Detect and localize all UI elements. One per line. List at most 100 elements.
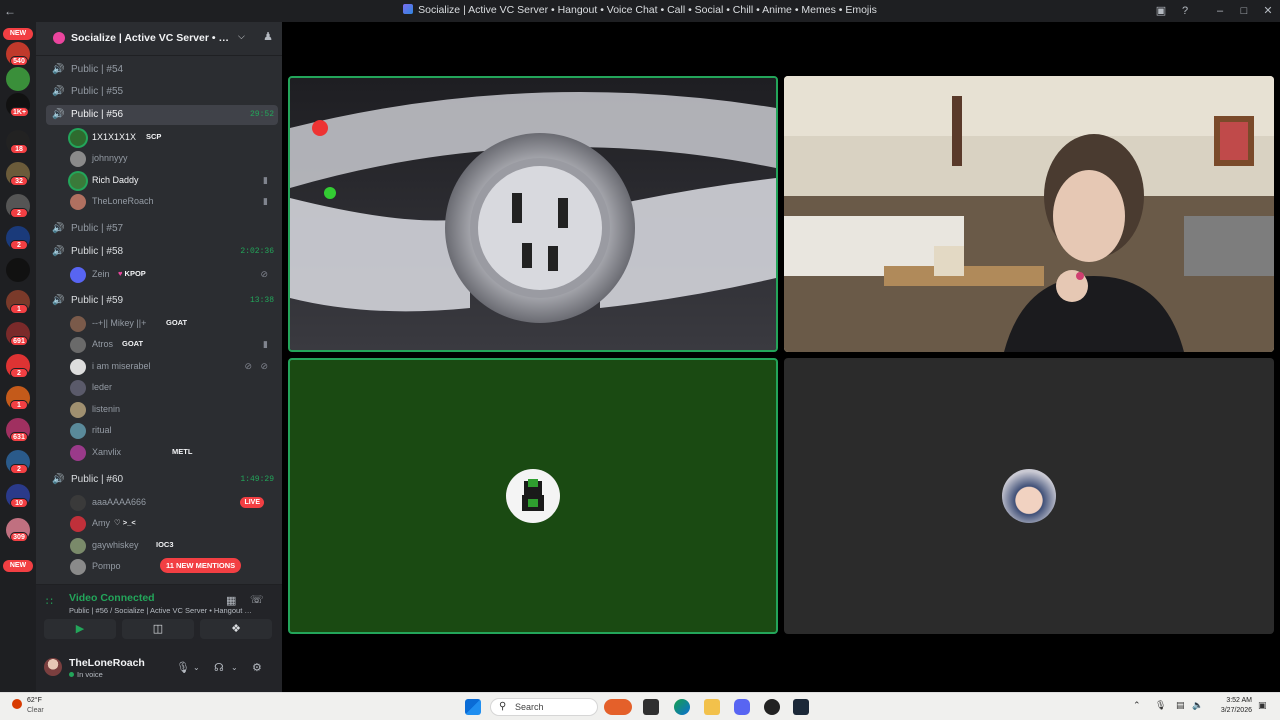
mention-badge: 2: [10, 240, 28, 250]
server-icon[interactable]: 32: [6, 162, 30, 186]
server-icon[interactable]: 18: [6, 130, 30, 154]
new-unreads-pill-top[interactable]: NEW: [3, 28, 33, 40]
user-status: In voice: [69, 670, 103, 679]
stream-tile[interactable]: [288, 76, 778, 352]
minimize-button[interactable]: –: [1212, 3, 1228, 19]
new-mentions-pill[interactable]: 11 NEW MENTIONS: [160, 558, 242, 573]
voice-member[interactable]: Amy ♡ >_<: [70, 514, 278, 534]
avatar: [70, 130, 86, 146]
signal-icon[interactable]: ∷: [46, 595, 53, 608]
notification-bell-icon[interactable]: ▣: [1258, 700, 1267, 711]
server-icon[interactable]: 2: [6, 450, 30, 474]
voice-member[interactable]: listenin: [70, 400, 278, 420]
voice-channel[interactable]: 🔊 Public | #57: [46, 219, 278, 239]
server-icon[interactable]: [6, 67, 30, 91]
new-unreads-pill-bottom[interactable]: NEW: [3, 560, 33, 572]
server-icon[interactable]: 2: [6, 354, 30, 378]
network-icon[interactable]: ▤: [1176, 700, 1185, 711]
taskbar-search[interactable]: ⚲ Search: [490, 698, 598, 716]
microphone-icon[interactable]: 🎙: [1155, 700, 1166, 711]
steam-app-icon[interactable]: [793, 699, 809, 715]
member-name: leder: [92, 382, 113, 392]
noise-suppression-icon[interactable]: ▦: [226, 594, 236, 607]
voice-member[interactable]: Xanvlix METL: [70, 443, 278, 463]
help-icon[interactable]: ?: [1177, 3, 1193, 19]
system-clock[interactable]: 3:52 AM 3/27/2026: [1208, 696, 1252, 716]
user-name[interactable]: TheLoneRoach: [69, 657, 145, 669]
chevron-down-icon[interactable]: ⌵: [238, 31, 245, 42]
voice-member[interactable]: aaaAAAA666 LIVE: [70, 493, 278, 513]
voice-channel[interactable]: 🔊 Public | #59 13:38: [46, 291, 278, 311]
voice-location[interactable]: Public | #56 / Socialize | Active VC Ser…: [69, 606, 254, 615]
speaker-icon: 🔊: [52, 474, 65, 485]
voice-member[interactable]: gaywhiskey IOC3: [70, 536, 278, 556]
discord-app-icon[interactable]: [734, 699, 750, 715]
voice-channel[interactable]: 🔊 Public | #55: [46, 82, 278, 102]
voice-channel-active[interactable]: 🔊 Public | #56 29:52: [46, 105, 278, 125]
participant-tile[interactable]: [784, 358, 1274, 634]
skull-server-icon[interactable]: 1K+: [6, 93, 30, 117]
close-button[interactable]: ✕: [1260, 3, 1276, 19]
server-icon[interactable]: 631: [6, 418, 30, 442]
server-icon[interactable]: 2: [6, 226, 30, 250]
server-icon[interactable]: 1: [6, 386, 30, 410]
volume-icon[interactable]: 🔈: [1192, 700, 1203, 711]
member-name: aaaAAAA666: [92, 497, 147, 507]
headphones-icon[interactable]: ☊: [214, 661, 224, 674]
camera-button[interactable]: ▶: [44, 619, 116, 639]
weather-temp: 62°F: [27, 697, 42, 704]
voice-channel[interactable]: 🔊 Public | #54: [46, 60, 278, 80]
webcam-tile[interactable]: [784, 76, 1274, 352]
windows-start-icon[interactable]: [465, 699, 481, 715]
server-icon[interactable]: 10: [6, 484, 30, 508]
voice-status[interactable]: Video Connected: [69, 592, 155, 604]
server-icon[interactable]: 2: [6, 194, 30, 218]
mention-badge: 1: [10, 304, 28, 314]
screen-share-button[interactable]: ◫: [122, 619, 194, 639]
edge-browser-icon[interactable]: [674, 699, 690, 715]
member-name: ritual: [92, 425, 112, 435]
guild-header[interactable]: Socialize | Active VC Server • Hangout •…: [36, 22, 282, 56]
inbox-icon[interactable]: ▣: [1153, 3, 1169, 19]
voice-member[interactable]: i am miserabel ⊘ ⊘: [70, 357, 278, 377]
voice-member[interactable]: Rich Daddy ▮: [70, 171, 278, 191]
chevron-up-icon[interactable]: ⌃: [1133, 700, 1141, 711]
activities-button[interactable]: ❖: [200, 619, 272, 639]
server-tag: ♡ >_<: [114, 518, 136, 527]
voice-member[interactable]: 1X1X1X1X SCP: [70, 128, 278, 148]
voice-channel[interactable]: 🔊 Public | #58 2:02:36: [46, 242, 278, 262]
server-icon[interactable]: 540: [6, 42, 30, 66]
task-view-icon[interactable]: [643, 699, 659, 715]
gear-icon[interactable]: ⚙: [252, 661, 262, 674]
voice-member[interactable]: leder: [70, 378, 278, 398]
clock-time: 3:52 AM: [1226, 697, 1252, 704]
server-icon[interactable]: 309: [6, 518, 30, 542]
chevron-down-icon[interactable]: ⌄: [193, 663, 200, 672]
voice-member[interactable]: ritual: [70, 421, 278, 441]
microphone-icon[interactable]: 🎙: [176, 661, 190, 674]
mention-badge: 1K+: [10, 107, 30, 117]
server-icon[interactable]: 1: [6, 290, 30, 314]
server-icon[interactable]: 691: [6, 322, 30, 346]
channel-name: Public | #59: [71, 295, 124, 306]
voice-member[interactable]: TheLoneRoach ▮: [70, 192, 278, 212]
mention-badge: 631: [10, 432, 28, 442]
chevron-down-icon[interactable]: ⌄: [231, 663, 238, 672]
voice-member[interactable]: --+|| Mikey ||+ GOAT: [70, 314, 278, 334]
file-explorer-icon[interactable]: [704, 699, 720, 715]
widgets-icon[interactable]: [604, 699, 632, 715]
speaker-icon: 🔊: [52, 246, 65, 257]
voice-member[interactable]: Zein ♥ KPOP ⊘: [70, 265, 278, 285]
obs-app-icon[interactable]: [764, 699, 780, 715]
leaf-server-icon[interactable]: [6, 258, 30, 282]
maximize-button[interactable]: □: [1236, 3, 1252, 19]
participant-tile[interactable]: [288, 358, 778, 634]
voice-member[interactable]: johnnyyy: [70, 149, 278, 169]
avatar[interactable]: [44, 658, 62, 676]
voice-channel[interactable]: 🔊 Public | #60 1:49:29: [46, 470, 278, 490]
voice-member[interactable]: Atros GOAT ▮: [70, 335, 278, 355]
channel-name: Public | #56: [71, 109, 124, 120]
avatar: [70, 337, 86, 353]
disconnect-icon[interactable]: ☏: [250, 593, 264, 606]
invite-people-icon[interactable]: ♟: [260, 30, 276, 46]
